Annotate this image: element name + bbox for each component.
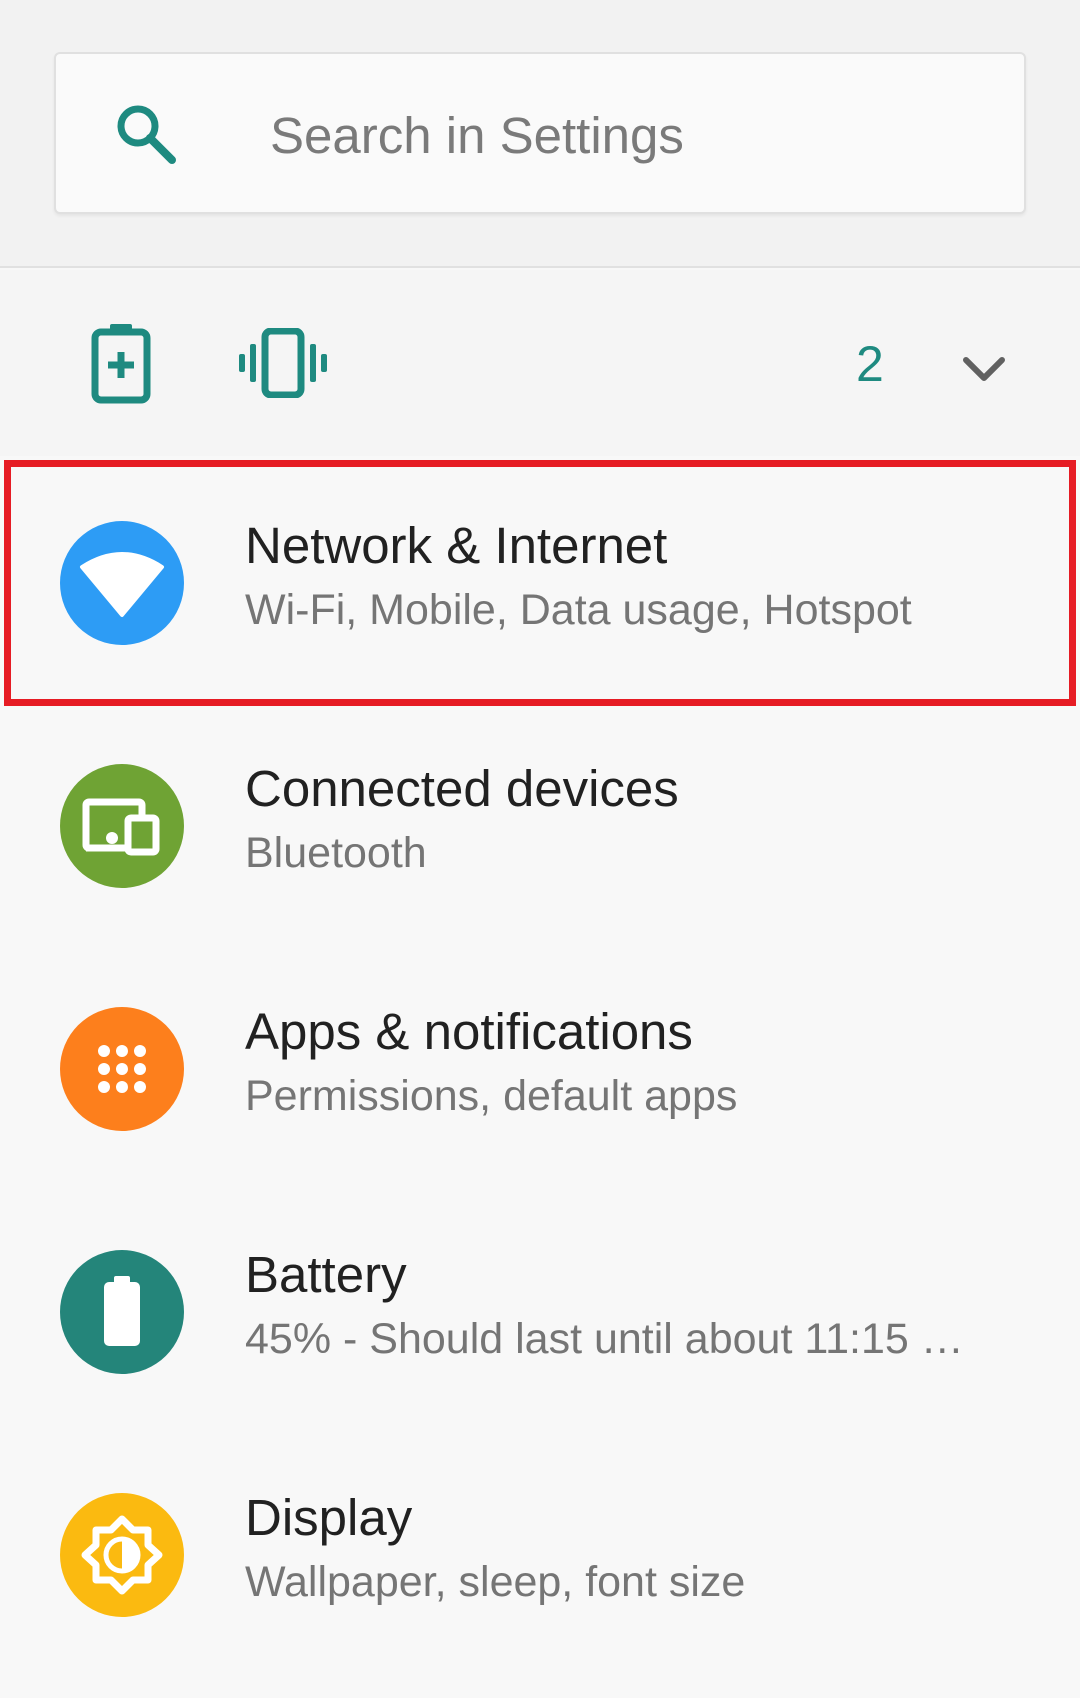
chevron-down-icon[interactable] — [960, 350, 1008, 388]
highlight-annotation-box — [4, 460, 1076, 706]
item-title: Connected devices — [245, 760, 679, 817]
settings-item-display[interactable]: Display Wallpaper, sleep, font size — [0, 1436, 1080, 1679]
settings-item-connected-devices[interactable]: Connected devices Bluetooth — [0, 707, 1080, 950]
brightness-icon — [60, 1493, 184, 1617]
battery-saver-icon[interactable] — [90, 322, 152, 404]
search-icon[interactable] — [112, 100, 182, 170]
devices-icon — [60, 764, 184, 888]
search-placeholder[interactable]: Search in Settings — [270, 104, 684, 168]
item-summary: Permissions, default apps — [245, 1072, 738, 1120]
item-title: Apps & notifications — [245, 1003, 693, 1060]
settings-item-battery[interactable]: Battery 45% - Should last until about 11… — [0, 1193, 1080, 1436]
item-summary: Bluetooth — [245, 829, 427, 877]
suggestion-count[interactable]: 2 — [856, 334, 884, 394]
battery-icon — [60, 1250, 184, 1374]
suggestions-bar — [0, 270, 1080, 456]
settings-item-apps[interactable]: Apps & notifications Permissions, defaul… — [0, 950, 1080, 1193]
item-summary: 45% - Should last until about 11:15 … — [245, 1315, 964, 1363]
vibrate-icon[interactable] — [238, 328, 328, 398]
item-title: Battery — [245, 1246, 407, 1303]
item-title: Display — [245, 1489, 413, 1546]
item-summary: Wallpaper, sleep, font size — [245, 1558, 746, 1606]
apps-grid-icon — [60, 1007, 184, 1131]
